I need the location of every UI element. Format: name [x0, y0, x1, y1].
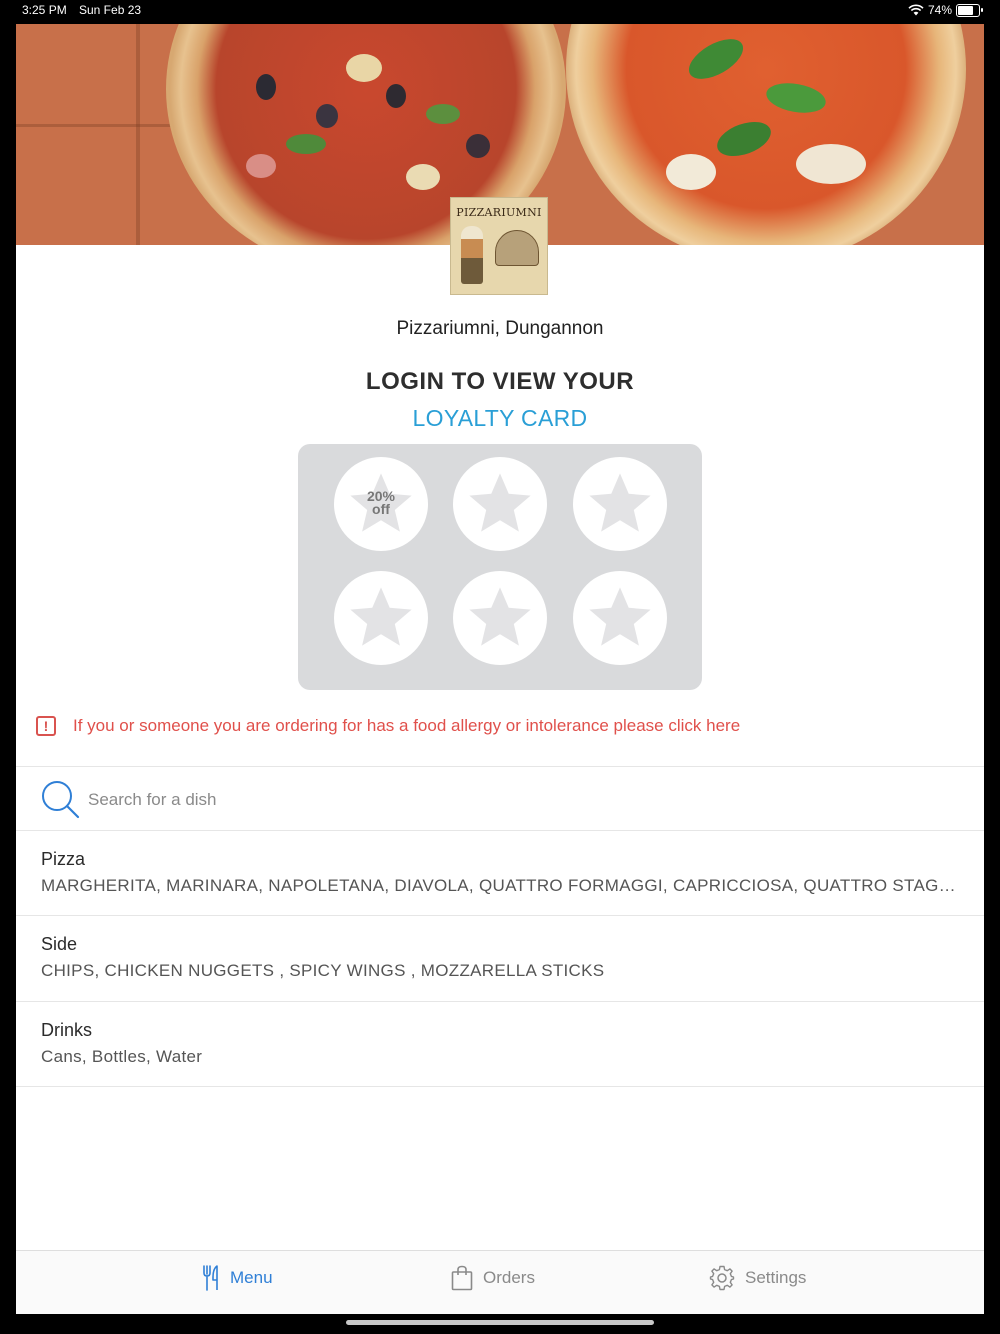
loyalty-login-title[interactable]: LOGIN TO VIEW YOUR [16, 368, 984, 396]
loyalty-stamp: 20% off [334, 457, 428, 551]
status-right: 74% [908, 3, 983, 17]
warning-icon: ! [36, 716, 56, 736]
restaurant-name: Pizzariumni, Dungannon [396, 318, 604, 339]
star-icon [589, 473, 651, 532]
logo-text: PIZZARIUMNI [456, 206, 542, 219]
menu-category-drinks[interactable]: Drinks Cans, Bottles, Water [16, 1002, 984, 1087]
menu-category-side[interactable]: Side CHIPS, CHICKEN NUGGETS , SPICY WING… [16, 916, 984, 1001]
tab-bar: Menu Orders Settings [16, 1250, 984, 1314]
logo-oven-figure [495, 230, 539, 266]
tab-orders-label: Orders [483, 1268, 535, 1287]
loyalty-card[interactable]: 20% off [298, 444, 702, 690]
loyalty-stamp [334, 571, 428, 665]
wifi-icon [908, 4, 924, 16]
star-icon [469, 473, 531, 532]
logo-chef-figure [461, 226, 483, 284]
loyalty-stamp [573, 571, 667, 665]
restaurant-logo: PIZZARIUMNI [450, 197, 548, 295]
status-date: Sun Feb 23 [79, 3, 142, 17]
star-icon [589, 587, 651, 646]
gear-icon [709, 1265, 735, 1291]
loyalty-stamp [453, 457, 547, 551]
pizza-image-right [566, 24, 966, 246]
tab-orders[interactable]: Orders [451, 1265, 535, 1291]
tab-settings[interactable]: Settings [709, 1265, 806, 1291]
reward-label: 20% off [366, 488, 396, 517]
status-bar: 3:25 PM Sun Feb 23 74% [0, 0, 1000, 22]
menu-category-pizza[interactable]: Pizza MARGHERITA, MARINARA, NAPOLETANA, … [16, 831, 984, 916]
app-window: PIZZARIUMNI Pizzariumni, Dungannon LOGIN… [16, 24, 984, 1314]
loyalty-stamp [573, 457, 667, 551]
search-bar[interactable] [16, 767, 984, 831]
battery-percent: 74% [927, 3, 952, 17]
star-icon [469, 587, 531, 646]
battery-icon [956, 3, 983, 17]
loyalty-stamp [453, 571, 547, 665]
category-items: Cans, Bottles, Water [41, 1047, 203, 1066]
search-icon [42, 781, 80, 819]
home-indicator[interactable] [346, 1320, 654, 1325]
shopping-bag-icon [451, 1265, 473, 1291]
category-items: MARGHERITA, MARINARA, NAPOLETANA, DIAVOL… [41, 876, 958, 895]
tab-settings-label: Settings [745, 1268, 807, 1287]
allergy-notice-link[interactable]: ! If you or someone you are ordering for… [36, 716, 740, 736]
status-time: 3:25 PM [22, 3, 67, 17]
tab-menu-label: Menu [230, 1268, 273, 1287]
category-name: Pizza [41, 849, 86, 869]
tab-menu[interactable]: Menu [202, 1265, 273, 1291]
category-items: CHIPS, CHICKEN NUGGETS , SPICY WINGS , M… [41, 961, 605, 980]
allergy-notice-text: If you or someone you are ordering for h… [73, 716, 741, 735]
category-name: Drinks [41, 1020, 93, 1040]
loyalty-card-link[interactable]: LOYALTY CARD [16, 405, 984, 432]
category-name: Side [41, 934, 78, 954]
divider [16, 1086, 984, 1087]
star-icon [350, 587, 412, 646]
fork-knife-icon [203, 1265, 218, 1291]
search-input[interactable] [86, 784, 690, 816]
